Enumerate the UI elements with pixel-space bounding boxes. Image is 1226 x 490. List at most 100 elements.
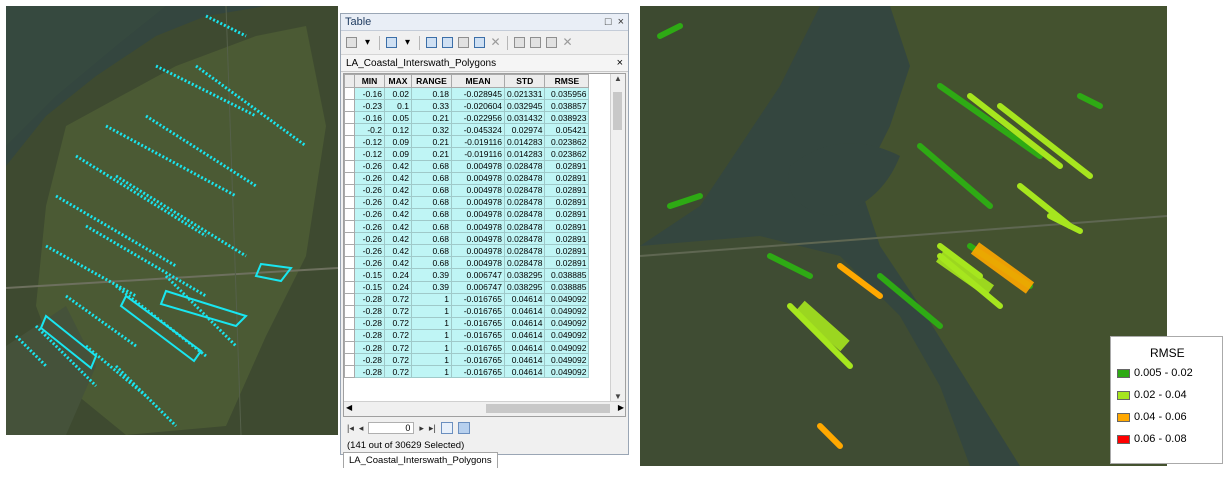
cell-range[interactable]: 0.68 [411, 183, 452, 197]
copy-icon[interactable] [513, 36, 526, 49]
first-record-button[interactable]: |◂ [347, 423, 354, 434]
cell-rmse[interactable]: 0.02891 [544, 232, 590, 246]
zoom-to-selected-icon[interactable] [473, 36, 486, 49]
row-selector[interactable] [344, 207, 355, 222]
cell-std[interactable]: 0.04614 [503, 304, 546, 318]
cell-mean[interactable]: -0.016765 [451, 328, 505, 342]
cell-mean[interactable]: -0.016765 [451, 340, 505, 355]
cell-max[interactable]: 0.42 [384, 159, 412, 173]
cell-std[interactable]: 0.028478 [503, 195, 546, 209]
cell-mean[interactable]: -0.016765 [451, 365, 505, 379]
table-bottom-tab[interactable]: LA_Coastal_Interswath_Polygons [343, 452, 498, 468]
cell-min[interactable]: -0.26 [354, 232, 385, 246]
table-options-icon[interactable] [345, 36, 358, 49]
column-header-max[interactable]: MAX [384, 74, 412, 88]
cell-std[interactable]: 0.04614 [503, 292, 546, 306]
cell-std[interactable]: 0.028478 [503, 183, 546, 197]
cell-min[interactable]: -0.26 [354, 171, 385, 185]
cell-std[interactable]: 0.032945 [503, 99, 546, 113]
table-row[interactable]: -0.28 0.72 1 -0.016765 0.04614 0.049092 [344, 340, 590, 355]
row-selector[interactable] [344, 316, 355, 330]
cell-std[interactable]: 0.038295 [503, 268, 546, 282]
cell-max[interactable]: 0.72 [384, 328, 412, 342]
cell-rmse[interactable]: 0.02891 [544, 183, 590, 197]
cell-min[interactable]: -0.28 [354, 316, 385, 330]
vertical-scrollbar[interactable]: ▲ ▼ [610, 74, 625, 404]
cell-rmse[interactable]: 0.02891 [544, 207, 590, 222]
show-selected-records-button[interactable] [457, 422, 470, 434]
related-tables-dropdown-icon[interactable]: ▾ [401, 36, 414, 49]
table-options-dropdown-icon[interactable]: ▾ [361, 36, 374, 49]
cell-max[interactable]: 0.42 [384, 232, 412, 246]
cell-range[interactable]: 0.68 [411, 244, 452, 258]
row-selector[interactable] [344, 135, 355, 149]
cell-std[interactable]: 0.014283 [503, 147, 546, 161]
table-row[interactable]: -0.28 0.72 1 -0.016765 0.04614 0.049092 [344, 353, 590, 367]
next-record-button[interactable]: ▸ [419, 423, 424, 434]
cell-rmse[interactable]: 0.02891 [544, 220, 590, 234]
cell-min[interactable]: -0.12 [354, 147, 385, 161]
cell-mean[interactable]: 0.004978 [451, 232, 505, 246]
cell-std[interactable]: 0.038295 [503, 280, 546, 294]
row-selector[interactable] [344, 328, 355, 342]
cell-mean[interactable]: 0.006747 [451, 268, 505, 282]
column-header-range[interactable]: RANGE [411, 74, 452, 88]
cell-range[interactable]: 1 [411, 365, 452, 379]
cell-mean[interactable]: -0.028945 [451, 86, 505, 101]
cell-range[interactable]: 0.21 [411, 147, 452, 161]
cell-max[interactable]: 0.05 [384, 111, 412, 125]
cell-min[interactable]: -0.26 [354, 220, 385, 234]
related-tables-icon[interactable] [385, 36, 398, 49]
cell-rmse[interactable]: 0.02891 [544, 195, 590, 209]
column-header-mean[interactable]: MEAN [451, 74, 505, 88]
cell-rmse[interactable]: 0.02891 [544, 159, 590, 173]
cell-range[interactable]: 0.68 [411, 195, 452, 209]
cell-rmse[interactable]: 0.05421 [544, 123, 590, 137]
cell-rmse[interactable]: 0.02891 [544, 256, 590, 270]
cell-rmse[interactable]: 0.049092 [544, 304, 590, 318]
table-row[interactable]: -0.28 0.72 1 -0.016765 0.04614 0.049092 [344, 316, 590, 330]
cell-mean[interactable]: 0.004978 [451, 195, 505, 209]
cell-mean[interactable]: -0.020604 [451, 99, 505, 113]
cell-rmse[interactable]: 0.038857 [544, 99, 590, 113]
cell-mean[interactable]: 0.006747 [451, 280, 505, 294]
switch-selection-icon[interactable] [441, 36, 454, 49]
row-selector[interactable] [344, 292, 355, 306]
cell-range[interactable]: 1 [411, 353, 452, 367]
row-selector[interactable] [344, 147, 355, 161]
cell-max[interactable]: 0.02 [384, 86, 412, 101]
cell-mean[interactable]: -0.045324 [451, 123, 505, 137]
cell-range[interactable]: 0.39 [411, 268, 452, 282]
cell-max[interactable]: 0.42 [384, 256, 412, 270]
cell-max[interactable]: 0.42 [384, 171, 412, 185]
scroll-up-icon[interactable]: ▲ [611, 74, 625, 86]
cell-min[interactable]: -0.28 [354, 304, 385, 318]
cell-std[interactable]: 0.028478 [503, 232, 546, 246]
cell-min[interactable]: -0.28 [354, 328, 385, 342]
table-row[interactable]: -0.26 0.42 0.68 0.004978 0.028478 0.02891 [344, 195, 590, 209]
scroll-left-icon[interactable]: ◀ [346, 403, 352, 412]
close-window-icon[interactable]: × [618, 16, 624, 28]
table-row[interactable]: -0.16 0.05 0.21 -0.022956 0.031432 0.038923 [344, 111, 590, 125]
cell-max[interactable]: 0.1 [384, 99, 412, 113]
cell-std[interactable]: 0.021331 [503, 86, 546, 101]
row-selector[interactable] [344, 232, 355, 246]
cell-std[interactable]: 0.031432 [503, 111, 546, 125]
cell-std[interactable]: 0.04614 [503, 340, 546, 355]
vertical-scroll-thumb[interactable] [613, 92, 622, 130]
cell-range[interactable]: 0.68 [411, 220, 452, 234]
cell-max[interactable]: 0.72 [384, 365, 412, 379]
cell-mean[interactable]: -0.016765 [451, 304, 505, 318]
cell-max[interactable]: 0.72 [384, 340, 412, 355]
cell-mean[interactable]: -0.016765 [451, 353, 505, 367]
cell-min[interactable]: -0.15 [354, 280, 385, 294]
cell-std[interactable]: 0.04614 [503, 316, 546, 330]
column-header-std[interactable]: STD [503, 74, 546, 88]
cell-range[interactable]: 0.33 [411, 99, 452, 113]
cell-rmse[interactable]: 0.049092 [544, 365, 590, 379]
cell-min[interactable]: -0.26 [354, 207, 385, 222]
cell-max[interactable]: 0.42 [384, 244, 412, 258]
row-selector[interactable] [344, 183, 355, 197]
table-row[interactable]: -0.28 0.72 1 -0.016765 0.04614 0.049092 [344, 365, 590, 379]
cell-max[interactable]: 0.42 [384, 207, 412, 222]
